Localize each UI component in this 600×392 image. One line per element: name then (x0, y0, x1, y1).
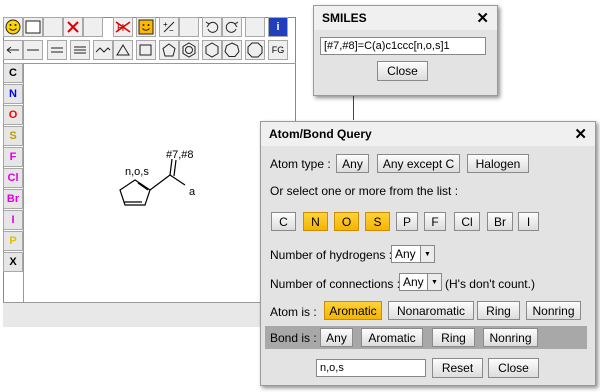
query-smiley-icon[interactable] (136, 17, 156, 37)
element-button-n[interactable]: N (303, 212, 328, 231)
atom-is-label: Atom is : (270, 305, 317, 319)
atom-type-any-except-c-button[interactable]: Any except C (377, 154, 460, 173)
blank-tool-2[interactable] (83, 17, 103, 37)
info-label: i (276, 21, 280, 33)
element-button-o[interactable]: O (334, 212, 359, 231)
heptagon-ring-icon[interactable] (222, 40, 242, 60)
query-result-field[interactable]: n,o,s (316, 359, 426, 377)
bond-is-label: Bond is : (270, 331, 317, 345)
smiley-icon[interactable] (3, 17, 23, 37)
atom-button-x[interactable]: X (3, 252, 23, 272)
hydrogens-label: Number of hydrogens : (270, 248, 393, 262)
benzene-ring-icon[interactable] (179, 40, 199, 60)
hexagon-ring-icon[interactable] (202, 40, 222, 60)
atom-type-label: Atom type : (270, 157, 331, 171)
octagon-ring-icon[interactable] (245, 40, 265, 60)
single-bond-icon[interactable] (23, 40, 43, 60)
atom-is-button-ring[interactable]: Ring (477, 301, 520, 320)
element-button-i[interactable]: I (518, 212, 539, 231)
side-chain-bonds (149, 174, 186, 191)
atom-button-i[interactable]: I (3, 210, 23, 230)
smiles-close-button[interactable]: Close (377, 61, 428, 81)
chevron-down-icon: ▼ (420, 246, 434, 262)
atom-button-n[interactable]: N (3, 84, 23, 104)
atom-button-s[interactable]: S (3, 126, 23, 146)
element-button-p[interactable]: P (396, 212, 418, 231)
svg-text:−: − (169, 26, 174, 34)
smiles-title-bar: SMILES ✕ (314, 6, 497, 30)
bond-ring-button[interactable]: Ring (432, 328, 475, 347)
hydrogens-dropdown[interactable]: Any ▼ (391, 245, 435, 263)
atom-bond-query-dialog: Atom/Bond Query ✕ Atom type : Any Any ex… (260, 121, 596, 386)
smiles-title: SMILES (322, 11, 367, 25)
double-bond-icon[interactable] (47, 40, 67, 60)
atom-button-br[interactable]: Br (3, 189, 23, 209)
bond-is-row: Bond is : Any Aromatic Ring Nonring (265, 326, 587, 349)
chevron-down-icon: ▼ (427, 274, 441, 290)
square-ring-icon[interactable] (136, 40, 156, 60)
substituent-label: a (189, 186, 196, 198)
blank-tool-1[interactable] (43, 17, 63, 37)
functional-group-button[interactable]: FG (268, 40, 288, 60)
bond-nonring-button[interactable]: Nonring (483, 328, 538, 347)
atom-type-any-button[interactable]: Any (336, 154, 369, 173)
atom-button-c[interactable]: C (3, 63, 23, 83)
pentagon-ring-icon[interactable] (159, 40, 179, 60)
info-icon[interactable]: i (268, 17, 288, 37)
smiles-dialog: SMILES ✕ [#7,#8]=C(a)c1ccc[n,o,s]1 Close (313, 5, 498, 96)
atom-type-halogen-button[interactable]: Halogen (467, 154, 529, 173)
atom-is-button-nonaromatic[interactable]: Nonaromatic (388, 301, 474, 320)
connections-label: Number of connections : (270, 277, 401, 291)
connections-value: Any (403, 275, 424, 289)
chain-icon[interactable] (93, 40, 113, 60)
undo-icon[interactable] (202, 17, 222, 37)
query-title: Atom/Bond Query (269, 127, 372, 141)
triple-bond-icon[interactable] (70, 40, 90, 60)
reset-button[interactable]: Reset (432, 358, 483, 378)
atom-button-f[interactable]: F (3, 147, 23, 167)
element-button-c[interactable]: C (271, 212, 296, 231)
exo-double-bond (169, 158, 177, 177)
thiophene-ring-bonds (119, 179, 151, 206)
ring-atom-label: n,o,s (125, 166, 149, 178)
element-button-cl[interactable]: Cl (454, 212, 480, 231)
triangle-ring-icon[interactable] (113, 40, 133, 60)
query-atom-label: #7,#8 (166, 149, 194, 161)
dialog-connector (353, 96, 354, 120)
atom-button-cl[interactable]: Cl (3, 168, 23, 188)
connections-dropdown[interactable]: Any ▼ (399, 273, 442, 291)
charge-icon[interactable]: + − (159, 17, 179, 37)
bond-aromatic-button[interactable]: Aromatic (361, 328, 423, 347)
element-button-s[interactable]: S (365, 212, 390, 231)
svg-text:+: + (163, 20, 168, 29)
element-button-br[interactable]: Br (487, 212, 513, 231)
query-title-bar: Atom/Bond Query ✕ (261, 122, 595, 146)
blank-tool-3[interactable] (179, 17, 199, 37)
atom-button-p[interactable]: P (3, 231, 23, 251)
blank-tool-4[interactable] (245, 17, 265, 37)
new-document-icon[interactable] (23, 17, 43, 37)
status-bar (3, 302, 296, 327)
atom-is-button-nonring[interactable]: Nonring (526, 301, 581, 320)
delete-hydrogens-icon[interactable]: H (113, 17, 133, 37)
delete-icon[interactable] (63, 17, 83, 37)
element-button-f[interactable]: F (424, 212, 446, 231)
redo-icon[interactable] (222, 17, 242, 37)
fg-label: FG (271, 45, 285, 55)
smiles-field[interactable]: [#7,#8]=C(a)c1ccc[n,o,s]1 (320, 37, 486, 55)
select-list-text: Or select one or more from the list : (270, 184, 459, 198)
arrow-tool-icon[interactable] (3, 40, 23, 60)
connections-note: (H's don't count.) (445, 277, 535, 291)
atom-is-button-aromatic[interactable]: Aromatic (324, 301, 382, 320)
atom-button-o[interactable]: O (3, 105, 23, 125)
hydrogens-value: Any (395, 247, 416, 261)
close-icon[interactable]: ✕ (476, 9, 489, 27)
close-icon[interactable]: ✕ (574, 125, 587, 143)
query-close-button[interactable]: Close (488, 358, 539, 378)
bond-any-button[interactable]: Any (320, 328, 353, 347)
